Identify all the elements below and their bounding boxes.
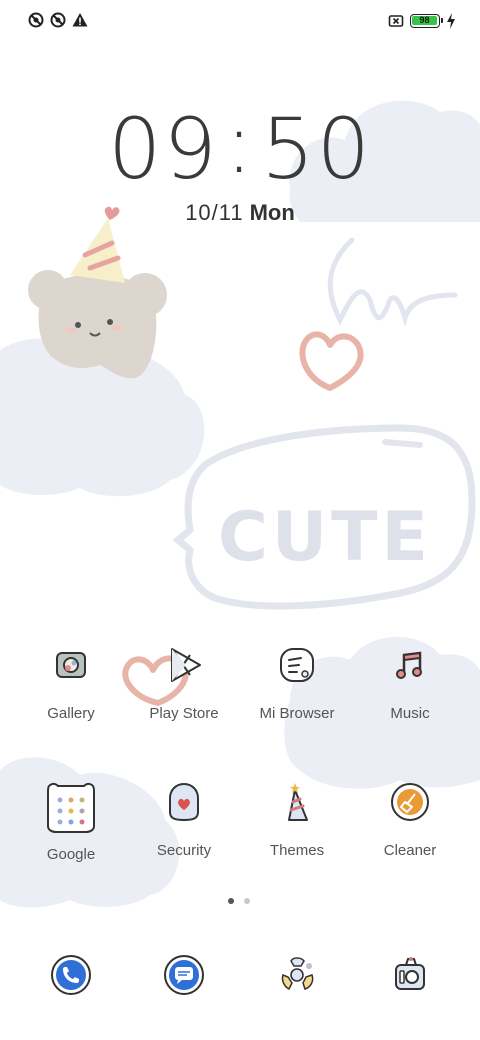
- app-music[interactable]: Music: [354, 643, 466, 722]
- gallery-icon: [56, 652, 86, 678]
- app-security[interactable]: Security: [128, 780, 240, 859]
- no-sim-icon: [388, 15, 404, 27]
- browser-icon: [280, 648, 314, 682]
- app-mi-browser[interactable]: Mi Browser: [241, 643, 353, 722]
- app-cleaner[interactable]: Cleaner: [354, 780, 466, 859]
- weekday: Mon: [249, 200, 295, 225]
- page-dot-2[interactable]: [244, 898, 250, 904]
- clock: 09:50: [0, 98, 480, 198]
- messages-icon[interactable]: [162, 953, 206, 997]
- warning-icon: [72, 13, 88, 27]
- squiggle-decoration: [327, 237, 458, 328]
- no-data-icon: [50, 12, 66, 28]
- page-dot-1[interactable]: [228, 898, 234, 904]
- bear-decoration: [28, 206, 167, 379]
- app-themes[interactable]: Themes: [241, 780, 353, 859]
- app-label: Cleaner: [383, 842, 437, 859]
- clock-separator: :: [224, 94, 256, 192]
- cleaner-icon: [391, 783, 429, 821]
- play-store-icon: [171, 648, 201, 682]
- app-label: Themes: [269, 842, 325, 859]
- no-signal-icon: [28, 12, 44, 28]
- sticker-text: CUTE: [218, 498, 432, 577]
- app-play-store[interactable]: Play Store: [128, 643, 240, 722]
- app-gallery[interactable]: Gallery: [15, 643, 127, 722]
- app-label: Security: [156, 842, 212, 859]
- music-icon: [396, 651, 422, 679]
- security-icon: [169, 782, 199, 822]
- themes-icon: [288, 783, 308, 821]
- google-folder-icon: [47, 782, 95, 833]
- chrome-icon[interactable]: [275, 953, 319, 997]
- app-google-folder[interactable]: Google: [15, 780, 127, 863]
- app-label: Music: [390, 705, 430, 722]
- date: 10/11 Mon: [0, 200, 480, 226]
- heart-decoration: [299, 331, 364, 391]
- phone-icon[interactable]: [49, 953, 93, 997]
- status-bar: 98: [0, 0, 480, 44]
- app-label: Play Store: [149, 705, 219, 722]
- app-label: Mi Browser: [259, 705, 335, 722]
- battery-level: 98: [419, 15, 430, 25]
- charging-icon: [447, 13, 455, 29]
- app-label: Gallery: [47, 705, 95, 722]
- camera-icon[interactable]: [388, 953, 432, 997]
- battery-icon: 98: [410, 14, 443, 28]
- date-value: 10/11: [185, 200, 244, 225]
- page-indicator: [228, 898, 250, 904]
- app-label: Google: [46, 846, 96, 863]
- clock-hours: 09: [107, 100, 219, 198]
- clock-minutes: 50: [261, 100, 373, 198]
